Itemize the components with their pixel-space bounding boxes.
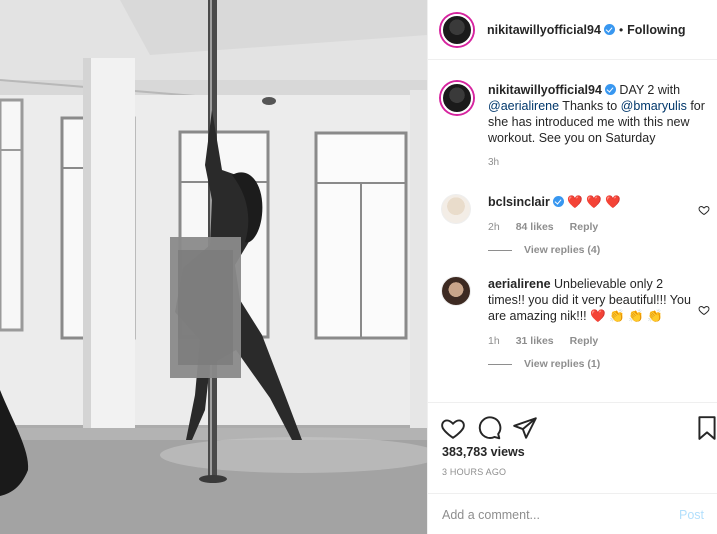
comment-time[interactable]: 1h xyxy=(488,335,500,347)
comment-content: ❤️ ❤️ ❤️ xyxy=(567,195,621,209)
view-replies-label: View replies (1) xyxy=(524,358,601,370)
comment-meta: 2h 84 likes Reply xyxy=(488,221,716,233)
comment-time[interactable]: 2h xyxy=(488,221,500,233)
caption-username[interactable]: nikitawillyofficial94 xyxy=(488,83,602,97)
reply-button[interactable]: Reply xyxy=(570,221,599,233)
comment-likes[interactable]: 31 likes xyxy=(516,335,554,347)
comment-likes[interactable]: 84 likes xyxy=(516,221,554,233)
view-replies-button[interactable]: View replies (4) xyxy=(488,244,716,256)
bookmark-icon[interactable] xyxy=(696,415,717,441)
post-actions: 383,783 views 3 HOURS AGO Post xyxy=(428,402,717,534)
post-sidebar: nikitawillyofficial94 • Following nikita… xyxy=(427,0,717,534)
caption-text-2: Thanks to xyxy=(559,99,621,113)
comment-input[interactable] xyxy=(442,507,679,522)
photo-scene xyxy=(0,0,427,534)
small-heart-icon[interactable] xyxy=(698,204,710,216)
share-icon[interactable] xyxy=(512,415,538,441)
post-header: nikitawillyofficial94 • Following xyxy=(428,0,717,60)
comment-username[interactable]: aerialirene xyxy=(488,277,551,291)
replies-line xyxy=(488,363,512,365)
replies-line xyxy=(488,249,512,251)
mention-bmaryulis[interactable]: @bmaryulis xyxy=(621,99,687,113)
heart-icon[interactable] xyxy=(440,415,466,441)
comment-item: aerialirene Unbelievable only 2 times!! … xyxy=(441,276,716,370)
caption-text-1: DAY 2 with xyxy=(615,83,681,97)
comment-text: bclsinclair ❤️ ❤️ ❤️ xyxy=(488,194,716,210)
comment-text: aerialirene Unbelievable only 2 times!! … xyxy=(488,276,716,324)
small-heart-icon[interactable] xyxy=(698,304,710,316)
verified-icon xyxy=(552,196,564,207)
caption-avatar[interactable] xyxy=(441,82,473,114)
comment-icon[interactable] xyxy=(476,415,502,441)
action-icons xyxy=(440,415,716,443)
view-replies-button[interactable]: View replies (1) xyxy=(488,358,716,370)
verified-icon xyxy=(604,84,616,95)
post-timestamp[interactable]: 3 HOURS AGO xyxy=(442,467,506,477)
author-avatar[interactable] xyxy=(441,13,473,46)
commenter-avatar[interactable] xyxy=(441,276,471,306)
following-button[interactable]: Following xyxy=(627,23,685,37)
post-caption: nikitawillyofficial94 DAY 2 with @aerial… xyxy=(441,82,711,171)
comment-item: bclsinclair ❤️ ❤️ ❤️ 2h 84 likes Reply V… xyxy=(441,194,716,256)
view-replies-label: View replies (4) xyxy=(524,244,601,256)
reply-button[interactable]: Reply xyxy=(570,335,599,347)
comments-list: nikitawillyofficial94 DAY 2 with @aerial… xyxy=(428,72,717,402)
verified-icon xyxy=(603,24,615,35)
post-comment-button[interactable]: Post xyxy=(679,508,704,522)
mention-aerialirene[interactable]: @aerialirene xyxy=(488,99,559,113)
author-username[interactable]: nikitawillyofficial94 xyxy=(487,23,601,37)
comment-username[interactable]: bclsinclair xyxy=(488,195,550,209)
add-comment-bar: Post xyxy=(428,493,717,534)
view-count[interactable]: 383,783 views xyxy=(442,445,525,459)
caption-text: nikitawillyofficial94 DAY 2 with @aerial… xyxy=(488,82,711,171)
comment-meta: 1h 31 likes Reply xyxy=(488,335,716,347)
post-photo[interactable] xyxy=(0,0,427,534)
commenter-avatar[interactable] xyxy=(441,194,471,224)
caption-time[interactable]: 3h xyxy=(488,155,711,171)
separator-dot: • xyxy=(618,22,624,37)
